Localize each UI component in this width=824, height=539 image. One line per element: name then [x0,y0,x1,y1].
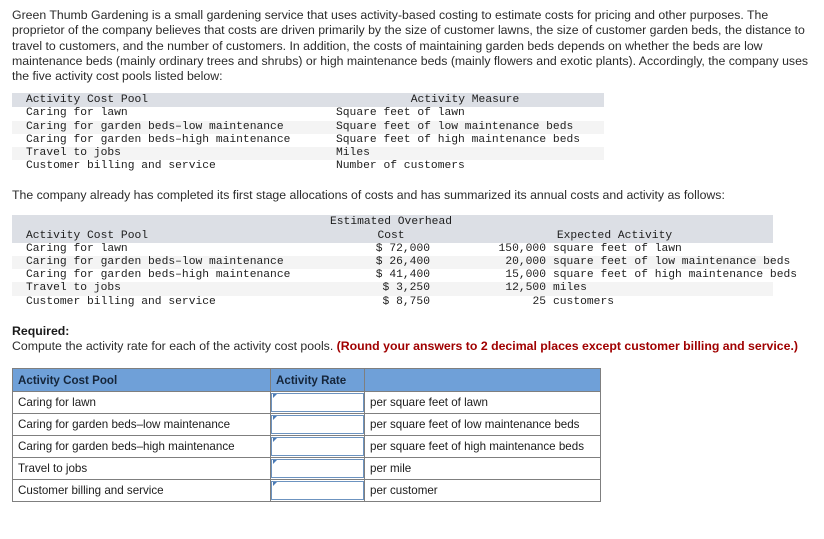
answer-header-unit [364,368,601,393]
cell-pool: Caring for lawn [12,242,326,256]
answer-header-row: Activity Cost Pool Activity Rate [12,368,601,393]
table-row: Customer billing and service Number of c… [12,160,604,174]
table-row: Caring for garden beds–high maintenance … [12,133,604,148]
header-activity-measure: Activity Measure [326,93,604,108]
header-activity-cost-pool: Activity Cost Pool [12,228,326,243]
header-spacer [12,214,326,229]
answer-cell-pool: Caring for garden beds–high maintenance [12,435,271,459]
cell-pool: Caring for garden beds–low maintenance [12,256,326,270]
answer-rate-cell[interactable] [270,435,365,459]
answer-cell-unit: per square feet of lawn [364,391,601,415]
cell-cost: $ 8,750 [326,295,456,309]
answer-rate-cell[interactable] [270,457,365,481]
cell-cost: $ 26,400 [326,256,456,270]
answer-cell-pool: Caring for garden beds–low maintenance [12,413,271,437]
table-row: Caring for lawn $ 72,000 150,000 square … [12,242,773,256]
table-row: Caring for garden beds–low maintenance S… [12,120,604,134]
table-row: Caring for garden beds–low maintenance $… [12,256,790,270]
required-section: Required: Compute the activity rate for … [12,324,802,355]
cell-cost: $ 72,000 [326,242,456,256]
activity-rate-input[interactable] [271,459,364,479]
answer-row: Travel to jobs per mile [12,457,601,481]
answer-row: Caring for garden beds–high maintenance … [12,435,601,459]
cell-activity: 150,000 [456,242,546,256]
answer-header-activity-rate: Activity Rate [270,368,365,393]
header-activity-cost-pool: Activity Cost Pool [12,93,326,108]
answer-rate-cell[interactable] [270,479,365,503]
header-spacer-activity [456,214,546,229]
answer-header-activity-cost-pool: Activity Cost Pool [12,368,271,393]
table-header-row: Activity Cost Pool Activity Measure [12,93,604,108]
answer-cell-pool: Caring for lawn [12,391,271,415]
required-label: Required: [12,323,70,338]
answer-row: Caring for lawn per square feet of lawn [12,391,601,415]
cell-pool: Caring for garden beds–low maintenance [12,120,326,134]
cell-activity: 20,000 [456,256,546,270]
activity-rate-input[interactable] [271,415,364,435]
cell-measure: Square feet of lawn [326,107,604,121]
cell-pool: Caring for garden beds–high maintenance [12,269,326,283]
answer-cell-unit: per customer [364,479,601,503]
cell-activity: 12,500 [456,282,546,296]
rounding-note: (Round your answers to 2 decimal places … [336,338,798,353]
cell-activity: 15,000 [456,269,546,283]
intro-paragraph: Green Thumb Gardening is a small gardeni… [12,8,809,84]
cell-pool: Travel to jobs [12,282,326,296]
cell-pool: Travel to jobs [12,147,326,161]
cell-pool: Caring for lawn [12,107,326,121]
header-estimated-overhead-line1: Estimated Overhead [326,214,456,229]
estimated-overhead-table: Estimated Overhead Activity Cost Pool Co… [12,214,797,309]
question-page: Green Thumb Gardening is a small gardeni… [0,0,824,539]
header-spacer-unit [546,214,773,229]
activity-cost-pool-measure-table: Activity Cost Pool Activity Measure Cari… [12,93,604,174]
cell-cost: $ 41,400 [326,269,456,283]
required-instruction-text: Compute the activity rate for each of th… [12,338,334,353]
cell-measure: Number of customers [326,160,604,174]
answer-cell-unit: per square feet of low maintenance beds [364,413,601,437]
cell-unit: customers [546,295,773,309]
cell-activity: 25 [456,295,546,309]
table-header-row: Activity Cost Pool Cost Expected Activit… [12,228,773,243]
answer-rate-cell[interactable] [270,391,365,415]
cell-unit: square feet of high maintenance beds [546,269,797,283]
cell-unit: square feet of low maintenance beds [546,256,790,270]
cell-cost: $ 3,250 [326,282,456,296]
table-row: Travel to jobs Miles [12,147,604,161]
cell-pool: Caring for garden beds–high maintenance [12,133,326,148]
table-row: Caring for garden beds–high maintenance … [12,269,797,283]
second-paragraph: The company already has completed its fi… [12,187,725,202]
cell-measure: Miles [326,147,604,161]
table-row: Caring for lawn Square feet of lawn [12,107,604,121]
answer-cell-unit: per square feet of high maintenance beds [364,435,601,459]
answer-cell-pool: Travel to jobs [12,457,271,481]
table-row: Travel to jobs $ 3,250 12,500 miles [12,282,773,296]
cell-unit: square feet of lawn [546,242,773,256]
table-row: Customer billing and service $ 8,750 25 … [12,295,773,309]
cell-unit: miles [546,282,773,296]
table-header-row-top: Estimated Overhead [12,214,773,229]
activity-rate-input[interactable] [271,437,364,457]
activity-rate-answer-table: Activity Cost Pool Activity Rate Caring … [12,368,601,503]
header-expected-activity: Expected Activity [456,228,773,243]
activity-rate-input[interactable] [271,393,364,413]
activity-rate-input[interactable] [271,481,364,501]
header-cost-line2: Cost [326,228,456,243]
answer-cell-unit: per mile [364,457,601,481]
cell-pool: Customer billing and service [12,295,326,309]
cell-measure: Square feet of low maintenance beds [326,120,604,134]
required-instruction: Compute the activity rate for each of th… [12,339,802,355]
answer-rate-cell[interactable] [270,413,365,437]
answer-row: Customer billing and service per custome… [12,479,601,503]
answer-row: Caring for garden beds–low maintenance p… [12,413,601,437]
cell-pool: Customer billing and service [12,160,326,174]
cell-measure: Square feet of high maintenance beds [326,133,604,148]
answer-cell-pool: Customer billing and service [12,479,271,503]
